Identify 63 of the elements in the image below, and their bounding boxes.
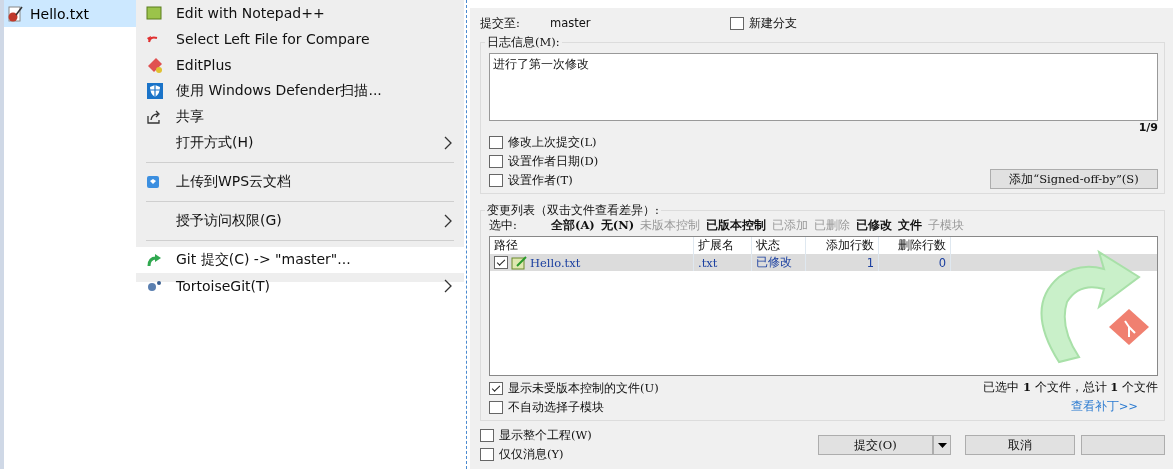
- menu-item[interactable]: Edit with Notepad++: [136, 0, 464, 26]
- pencil-icon: [146, 56, 164, 74]
- menu-item[interactable]: 使用 Windows Defender扫描...: [136, 78, 464, 104]
- undo-arrow-icon: [146, 34, 160, 44]
- menu-item[interactable]: 上传到WPS云文档: [136, 169, 464, 195]
- commit-button[interactable]: 提交(O): [818, 435, 933, 455]
- commit-to-label: 提交至:: [480, 15, 521, 31]
- branch-name: master: [550, 16, 592, 30]
- select-label: 选中:: [489, 217, 518, 233]
- changes-legend: 变更列表（双击文件查看差异）:: [485, 203, 661, 218]
- file-row[interactable]: Hello.txt .txt 已修改 1 0: [490, 254, 1157, 271]
- filter-link[interactable]: 已版本控制: [706, 217, 767, 233]
- signoff-button[interactable]: 添加“Signed-off-by”(S): [990, 169, 1158, 189]
- message-field[interactable]: 进行了第一次修改: [489, 53, 1158, 121]
- file-path: Hello.txt: [530, 255, 581, 270]
- menu-item[interactable]: 授予访问权限(G): [136, 208, 464, 234]
- notepad-icon: [146, 6, 162, 20]
- option-label: 不自动选择子模块: [508, 400, 604, 415]
- cloud-box-icon: [146, 175, 160, 189]
- filter-link[interactable]: 全部(A): [551, 217, 595, 233]
- caret-icon: [937, 442, 947, 448]
- checkbox[interactable]: [730, 16, 744, 30]
- table-cell: .txt: [694, 254, 752, 271]
- menu-item[interactable]: EditPlus: [136, 52, 464, 78]
- modified-file-icon: [511, 255, 527, 270]
- menu-item[interactable]: 打开方式(H): [136, 130, 464, 156]
- checkbox[interactable]: [480, 429, 494, 442]
- filter-link[interactable]: 无(N): [600, 217, 635, 233]
- curved-arrow-icon: [146, 253, 162, 267]
- checkbox[interactable]: [489, 401, 503, 414]
- menu-item[interactable]: Select Left File for Compare: [136, 26, 464, 52]
- selection-summary: 已选中 1 个文件，总计 1 个文件: [983, 380, 1158, 395]
- dropdown-button[interactable]: [933, 435, 951, 455]
- message-legend: 日志信息(M):: [485, 35, 562, 50]
- menu-item[interactable]: TortoiseGit(T): [136, 273, 464, 299]
- gear-icon: [146, 280, 162, 292]
- new-branch-label: 新建分支: [749, 15, 797, 31]
- checkbox[interactable]: [489, 174, 503, 187]
- table-cell: 1: [806, 254, 879, 271]
- option-label: 仅仅消息(Y): [499, 447, 564, 462]
- table-cell: 0: [879, 254, 951, 271]
- menu-item[interactable]: Git 提交(C) -> "master"...: [136, 247, 464, 273]
- checkbox[interactable]: [489, 382, 503, 395]
- checkbox[interactable]: [480, 448, 494, 461]
- table-cell: 已修改: [752, 254, 806, 271]
- cancel-button[interactable]: 取消: [965, 435, 1075, 455]
- view-patch-link[interactable]: 查看补丁>>: [1070, 399, 1138, 414]
- file-item[interactable]: Hello.txt: [4, 0, 136, 27]
- checkbox[interactable]: [489, 136, 503, 149]
- text-file-icon: [6, 4, 24, 23]
- character-counter: 1/9: [1137, 121, 1158, 134]
- menu-item[interactable]: 共享: [136, 104, 464, 130]
- option-label: 显示未受版本控制的文件(U): [508, 381, 659, 396]
- share-icon: [146, 109, 162, 125]
- checkbox[interactable]: [494, 256, 508, 269]
- option-label: 设置作者(T): [508, 173, 573, 188]
- option-label: 修改上次提交(L): [508, 135, 597, 150]
- filter-link[interactable]: 文件: [898, 217, 923, 233]
- checkbox[interactable]: [489, 155, 503, 168]
- shield-icon: [146, 82, 164, 100]
- option-label: 显示整个工程(W): [499, 428, 592, 443]
- filter-link[interactable]: 已修改: [856, 217, 893, 233]
- option-label: 设置作者日期(D): [508, 154, 599, 169]
